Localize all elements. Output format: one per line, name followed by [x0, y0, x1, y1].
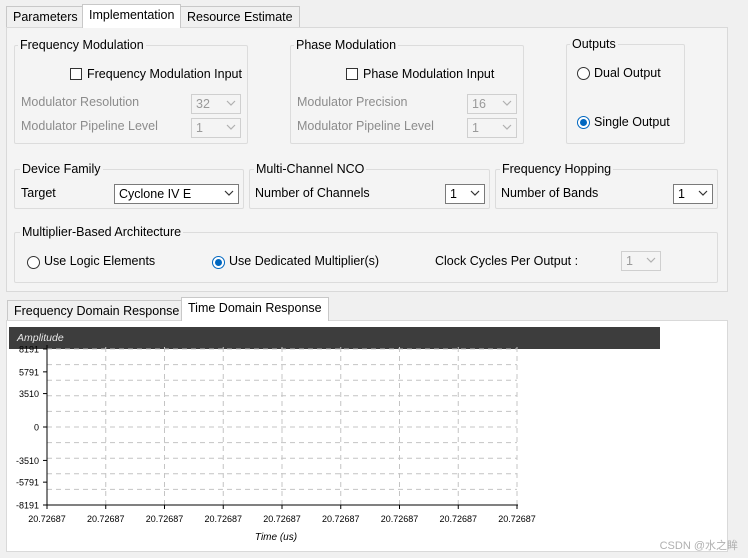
- x-tick-label: 20.72687: [204, 514, 242, 524]
- y-tick-label: -5791: [16, 478, 39, 488]
- y-tick-label: 8191: [19, 345, 39, 355]
- x-tick-label: 20.72687: [498, 514, 536, 524]
- x-tick-label: 20.72687: [263, 514, 301, 524]
- y-tick-label: 0: [34, 423, 39, 433]
- y-axis-label: Amplitude: [16, 332, 64, 344]
- y-tick-label: 3510: [19, 389, 39, 399]
- watermark: CSDN @水之眸: [659, 540, 738, 552]
- x-tick-label: 20.72687: [381, 514, 419, 524]
- x-tick-label: 20.72687: [439, 514, 477, 524]
- tab-time-domain-response[interactable]: Time Domain Response: [181, 297, 329, 321]
- time-domain-chart: Amplitude 8191 5791 3510 0 -3510 -5791 -8191 20…: [16, 332, 536, 543]
- y-tick-label: -8191: [16, 501, 39, 511]
- x-tick-label: 20.72687: [322, 514, 360, 524]
- x-tick-label: 20.72687: [146, 514, 184, 524]
- x-tick-label: 20.72687: [28, 514, 66, 524]
- y-tick-label: 5791: [19, 367, 39, 377]
- y-tick-label: -3510: [16, 456, 39, 466]
- x-tick-label: 20.72687: [87, 514, 125, 524]
- x-axis-label: Time (us): [255, 532, 297, 543]
- tab-implementation[interactable]: Implementation: [82, 4, 182, 28]
